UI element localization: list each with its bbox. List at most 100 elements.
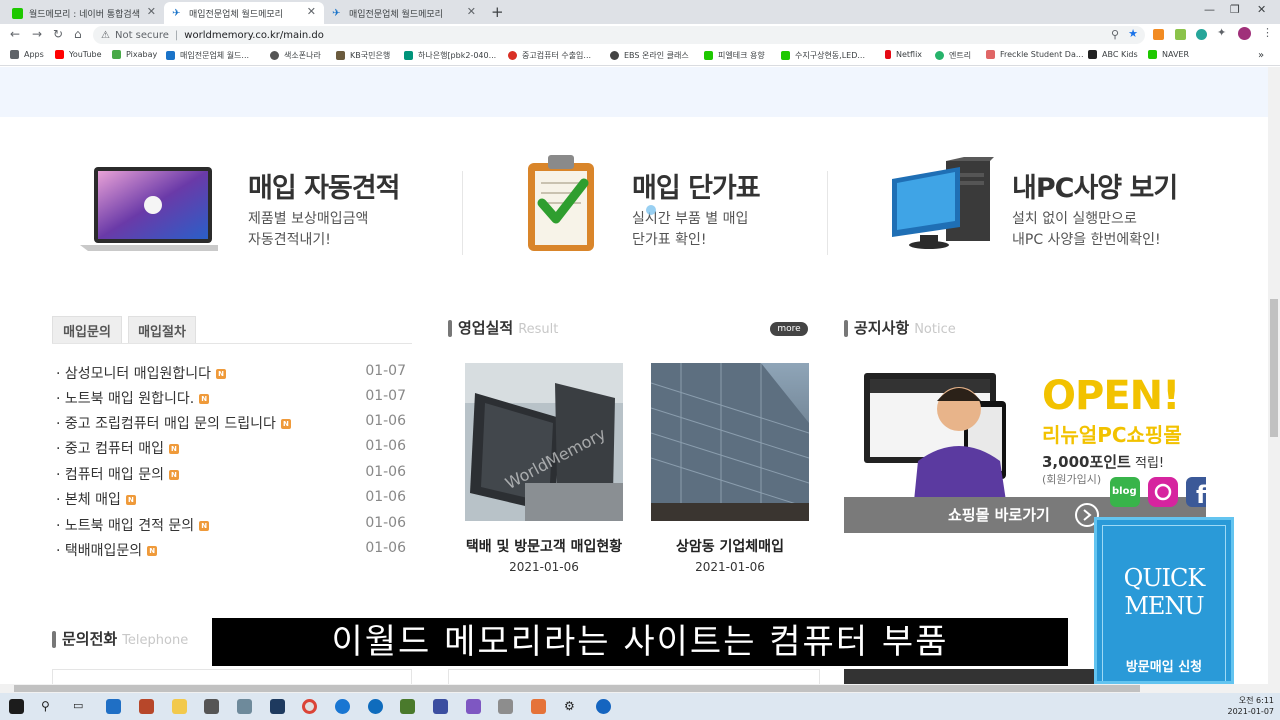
clipboard-check-icon [528,155,594,251]
home-icon[interactable]: ⌂ [74,27,82,41]
app-icon[interactable] [531,699,546,714]
horizontal-scrollbar[interactable] [0,684,1280,693]
bookmark[interactable]: 중고컴퓨터 수출입... [508,50,591,61]
feature-auto-quote[interactable]: 매입 자동견적 제품별 보상매입금액 자동견적내기! [78,163,418,263]
restore-icon[interactable]: ❐ [1230,3,1240,16]
more-button[interactable]: more [770,322,808,336]
banner-cta[interactable]: 쇼핑몰 바로가기 [948,504,1050,525]
shopping-mall-banner[interactable]: f OPEN! 리뉴얼PC쇼핑몰 3,000포인트 적립! (회원가입시) 쇼핑… [844,361,1206,533]
search-icon[interactable]: ⚲ [41,699,56,714]
result-caption[interactable]: 상암동 기업체매입 [641,536,819,556]
settings-icon[interactable]: ⚙ [564,699,579,714]
scrollbar-thumb[interactable] [1270,299,1278,437]
app-icon[interactable] [237,699,252,714]
new-tab-button[interactable]: + [491,3,504,21]
close-icon[interactable]: ✕ [307,5,316,18]
scrollbar-thumb[interactable] [14,685,1140,692]
result-caption[interactable]: 택배 및 방문고객 매입현황 [455,536,633,556]
app-icon[interactable] [433,699,448,714]
bookmark[interactable]: NAVER [1148,50,1189,59]
app-icon[interactable] [466,699,481,714]
feature-my-pc-spec[interactable]: 내PC사양 보기 설치 없이 실행만으로 내PC 사양을 한번에확인! [890,157,1230,263]
bookmark[interactable]: 엔트리 [935,50,971,61]
list-item[interactable]: · 노트북 매입 원합니다. N 01-07 [56,388,408,410]
clock-date: 2021-01-07 [1227,707,1275,716]
vertical-scrollbar[interactable] [1268,67,1280,684]
feature-price-table[interactable]: 매입 단가표 실시간 부품 별 매입 단가표 확인! [520,155,820,263]
list-item[interactable]: · 본체 매입 N 01-06 [56,489,408,511]
list-item[interactable]: · 중고 컴퓨터 매입 N 01-06 [56,438,408,460]
bookmark[interactable]: 하나은행[pbk2-040... [404,50,496,61]
app-icon[interactable] [139,699,154,714]
feature-desc: 설치 없이 실행만으로 [1012,211,1137,227]
blog-icon[interactable]: blog [1112,486,1137,497]
edge-icon[interactable] [335,699,350,714]
app-icon[interactable] [498,699,513,714]
list-item[interactable]: · 노트북 매입 견적 문의 N 01-06 [56,515,408,537]
tab-purchase-inquiry[interactable]: 매입문의 [52,316,122,344]
bookmark[interactable]: Netflix [885,50,922,59]
bookmark[interactable]: Freckle Student Da... [986,50,1084,59]
visit-purchase-button[interactable]: 방문매입 신청 [1097,656,1231,675]
menu-icon[interactable]: ⋮ [1262,26,1273,39]
back-icon[interactable]: ← [10,27,20,41]
bookmark[interactable]: Apps [10,50,44,59]
list-item[interactable]: · 중고 조립컴퓨터 매입 문의 드립니다 N 01-06 [56,413,408,435]
extension-icon[interactable] [1153,29,1164,40]
close-icon[interactable]: ✕ [147,5,156,18]
bookmark[interactable]: Pixabay [112,50,157,59]
circle-icon [508,51,517,60]
store-icon[interactable] [204,699,219,714]
url-text[interactable]: worldmemory.co.kr/main.do [184,30,324,41]
security-label[interactable]: Not secure [115,30,169,41]
app-icon[interactable] [596,699,611,714]
puzzle-icon[interactable]: ✦ [1217,26,1228,39]
bookmark[interactable]: ABC Kids [1088,50,1138,59]
zoom-icon[interactable]: ⚲ [1111,28,1119,41]
bookmark[interactable]: 색소폰나라 [270,50,321,61]
list-item[interactable]: · 삼성모니터 매입원합니다 N 01-07 [56,363,408,385]
mail-icon[interactable] [106,699,121,714]
bookmark[interactable]: EBS 온라인 클래스 [610,50,689,61]
naver-icon [12,7,23,19]
svg-text:f: f [1196,481,1206,509]
tab-title: 매입전문업체 월드메모리 [349,9,443,20]
address-bar[interactable]: ⚠ Not secure | worldmemory.co.kr/main.do… [93,26,1145,44]
app-icon[interactable] [400,699,415,714]
minimize-icon[interactable]: — [1204,3,1215,16]
more-bookmarks-icon[interactable]: » [1258,50,1264,61]
chrome-icon[interactable] [302,699,317,714]
ie-icon[interactable] [368,699,383,714]
task-view-icon[interactable]: ▭ [73,699,88,714]
list-item[interactable]: · 택배매입문의 N 01-06 [56,540,408,562]
browser-tab[interactable]: 월드메모리 : 네이버 통합검색 ✕ [4,2,164,24]
bookmark[interactable]: YouTube [55,50,102,59]
tab-purchase-process[interactable]: 매입절차 [128,316,196,344]
bookmark[interactable]: 수지구상현동,LED... [781,50,865,61]
item-date: 01-07 [365,363,406,379]
warning-icon[interactable]: ⚠ [101,30,110,41]
photoshop-icon[interactable] [270,699,285,714]
worldmemory-icon: ✈ [172,7,183,19]
windows-start-icon[interactable] [9,699,24,714]
forward-icon[interactable]: → [32,27,42,41]
close-window-icon[interactable]: ✕ [1257,3,1266,16]
result-thumbnail[interactable]: WorldMemory [465,363,623,521]
result-thumbnail[interactable] [651,363,809,521]
taskbar-clock[interactable]: 오전 6:11 2021-01-07 [1228,695,1275,717]
folder-icon[interactable] [172,699,187,714]
list-item[interactable]: · 컴퓨터 매입 문의 N 01-06 [56,464,408,486]
profile-avatar[interactable] [1238,27,1251,40]
quick-menu[interactable]: QUICK MENU 방문매입 신청 [1094,517,1234,684]
extension-icon[interactable] [1196,29,1207,40]
browser-tab-active[interactable]: ✈ 매입전문업체 월드메모리 ✕ [164,2,324,24]
extension-icon[interactable] [1175,29,1186,40]
bookmark[interactable]: KB국민은행 [336,50,390,61]
bookmark[interactable]: 매입전문업체 월드... [166,50,249,61]
bookmark[interactable]: 피엘테크 용향 [704,50,765,61]
browser-tab[interactable]: ✈ 매입전문업체 월드메모리 ✕ [324,2,484,24]
naver-icon [704,51,713,60]
star-icon[interactable]: ★ [1128,27,1138,40]
reload-icon[interactable]: ↻ [53,27,63,41]
close-icon[interactable]: ✕ [467,5,476,18]
